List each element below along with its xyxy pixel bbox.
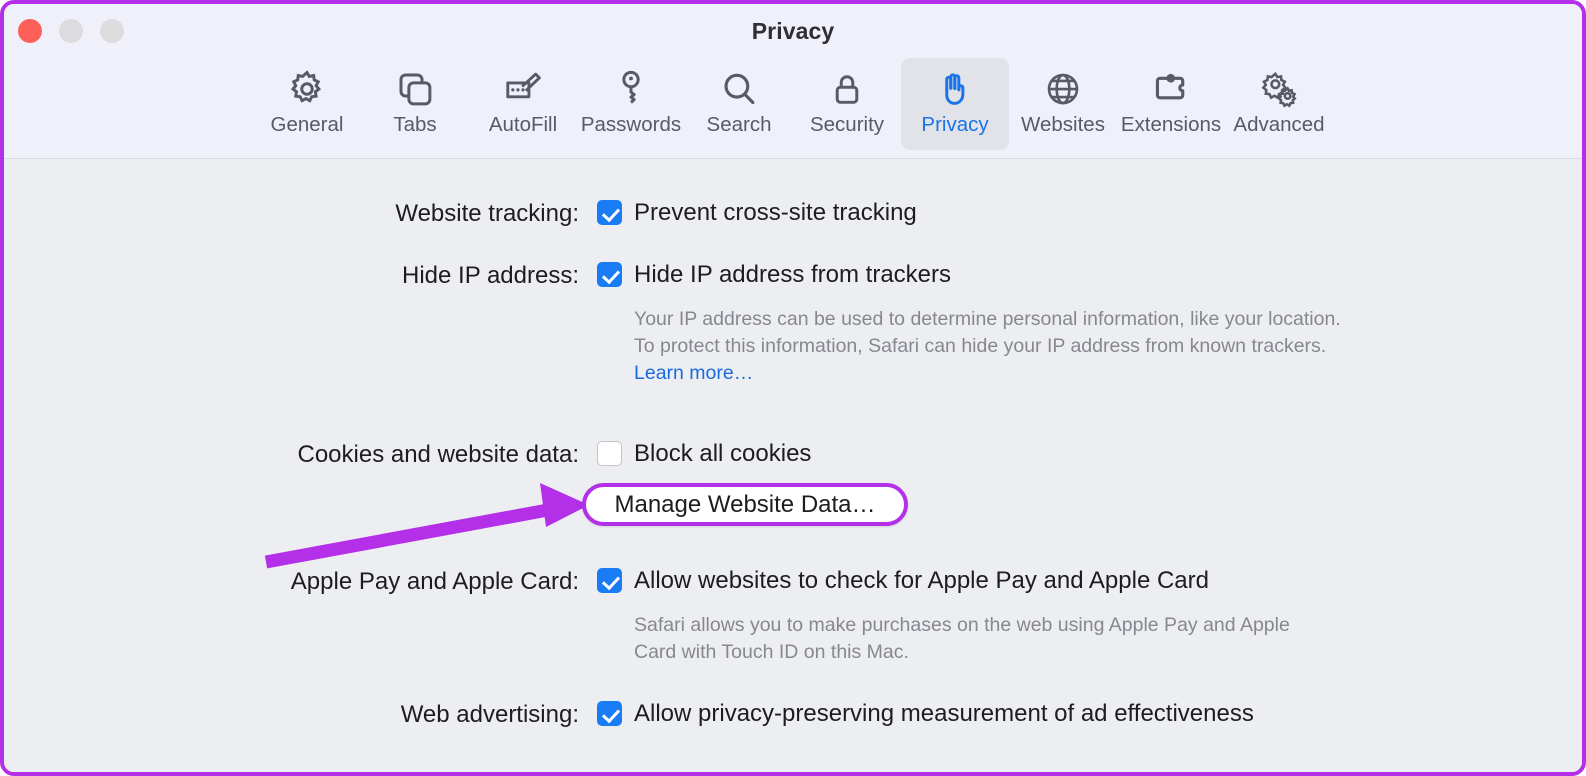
setting-label-website-tracking: Website tracking:	[395, 200, 579, 227]
toolbar-item-label: Security	[809, 113, 885, 136]
setting-label-hide-ip-address: Hide IP address:	[402, 262, 579, 289]
magnifier-icon	[718, 66, 760, 112]
gears-icon	[1257, 66, 1301, 112]
gear-icon	[286, 66, 328, 112]
checkbox-label: Prevent cross-site tracking	[634, 198, 917, 226]
checkbox-hide-ip-from-trackers[interactable]	[597, 262, 622, 287]
toolbar-item-tabs[interactable]: Tabs	[361, 58, 469, 150]
manage-website-data-button[interactable]: Manage Website Data…	[582, 483, 908, 526]
apple-pay-description: Safari allows you to make purchases on t…	[634, 614, 1290, 663]
toolbar-item-label: Extensions	[1120, 113, 1222, 136]
checkbox-row-hide-ip-from-trackers[interactable]: Hide IP address from trackers	[597, 262, 1344, 287]
toolbar-item-label: AutoFill	[488, 113, 558, 136]
checkbox-block-all-cookies[interactable]	[597, 441, 622, 466]
puzzle-icon	[1149, 66, 1193, 112]
checkbox-label: Block all cookies	[634, 439, 812, 467]
toolbar-item-label: Tabs	[393, 113, 437, 136]
setting-label-apple-pay: Apple Pay and Apple Card:	[290, 568, 579, 595]
toolbar-item-label: Search	[706, 113, 772, 136]
toolbar-item-label: Passwords	[580, 113, 682, 136]
setting-row-cookies: Cookies and website data: Block all cook…	[149, 441, 1349, 469]
hide-ip-description: Your IP address can be used to determine…	[634, 306, 1344, 387]
autofill-icon	[501, 66, 545, 112]
checkbox-row-allow-ad-measurement[interactable]: Allow privacy-preserving measurement of …	[597, 701, 1254, 726]
checkbox-row-allow-apple-pay[interactable]: Allow websites to check for Apple Pay an…	[597, 568, 1314, 593]
toolbar-item-label: Advanced	[1233, 113, 1325, 136]
toolbar-item-passwords[interactable]: Passwords	[577, 58, 685, 150]
lock-icon	[826, 66, 868, 112]
checkbox-prevent-cross-site-tracking[interactable]	[597, 200, 622, 225]
checkbox-allow-apple-pay[interactable]	[597, 568, 622, 593]
window-title: Privacy	[751, 18, 835, 44]
toolbar-item-label: General	[270, 113, 344, 136]
toolbar-item-extensions[interactable]: Extensions	[1117, 58, 1225, 150]
tabs-icon	[394, 66, 436, 112]
screenshot-root: Privacy General Tabs AutoFill Passwords …	[0, 0, 1586, 776]
hide-ip-description-text: Your IP address can be used to determine…	[634, 308, 1341, 357]
globe-icon	[1042, 66, 1084, 112]
learn-more-link[interactable]: Learn more…	[634, 362, 753, 384]
window-titlebar: Privacy General Tabs AutoFill Passwords …	[4, 4, 1582, 159]
toolbar-item-general[interactable]: General	[253, 58, 361, 150]
checkbox-row-prevent-cross-site-tracking[interactable]: Prevent cross-site tracking	[597, 200, 917, 225]
toolbar-item-label: Websites	[1021, 113, 1105, 136]
setting-row-web-advertising: Web advertising: Allow privacy-preservin…	[149, 701, 1399, 729]
toolbar-item-autofill[interactable]: AutoFill	[469, 58, 577, 150]
privacy-settings-pane: Website tracking: Prevent cross-site tra…	[4, 159, 1582, 772]
hand-icon	[934, 66, 976, 112]
setting-label-cookies: Cookies and website data:	[297, 441, 579, 468]
toolbar-item-security[interactable]: Security	[793, 58, 901, 150]
toolbar-item-label: Privacy	[921, 113, 989, 136]
setting-row-hide-ip-address: Hide IP address: Hide IP address from tr…	[149, 262, 1399, 387]
setting-row-website-tracking: Website tracking: Prevent cross-site tra…	[149, 200, 1349, 228]
toolbar-item-search[interactable]: Search	[685, 58, 793, 150]
setting-row-apple-pay: Apple Pay and Apple Card: Allow websites…	[149, 568, 1399, 666]
toolbar-item-privacy[interactable]: Privacy	[901, 58, 1009, 150]
checkbox-label: Hide IP address from trackers	[634, 260, 952, 288]
checkbox-label: Allow privacy-preserving measurement of …	[634, 699, 1254, 727]
preferences-toolbar: General Tabs AutoFill Passwords Search S…	[4, 58, 1582, 154]
key-icon	[610, 66, 652, 112]
setting-label-web-advertising: Web advertising:	[400, 701, 579, 728]
toolbar-item-websites[interactable]: Websites	[1009, 58, 1117, 150]
checkbox-label: Allow websites to check for Apple Pay an…	[634, 566, 1209, 594]
safari-preferences-window: Privacy General Tabs AutoFill Passwords …	[0, 0, 1586, 776]
checkbox-row-block-all-cookies[interactable]: Block all cookies	[597, 441, 811, 466]
toolbar-item-advanced[interactable]: Advanced	[1225, 58, 1333, 150]
checkbox-allow-ad-measurement[interactable]	[597, 701, 622, 726]
